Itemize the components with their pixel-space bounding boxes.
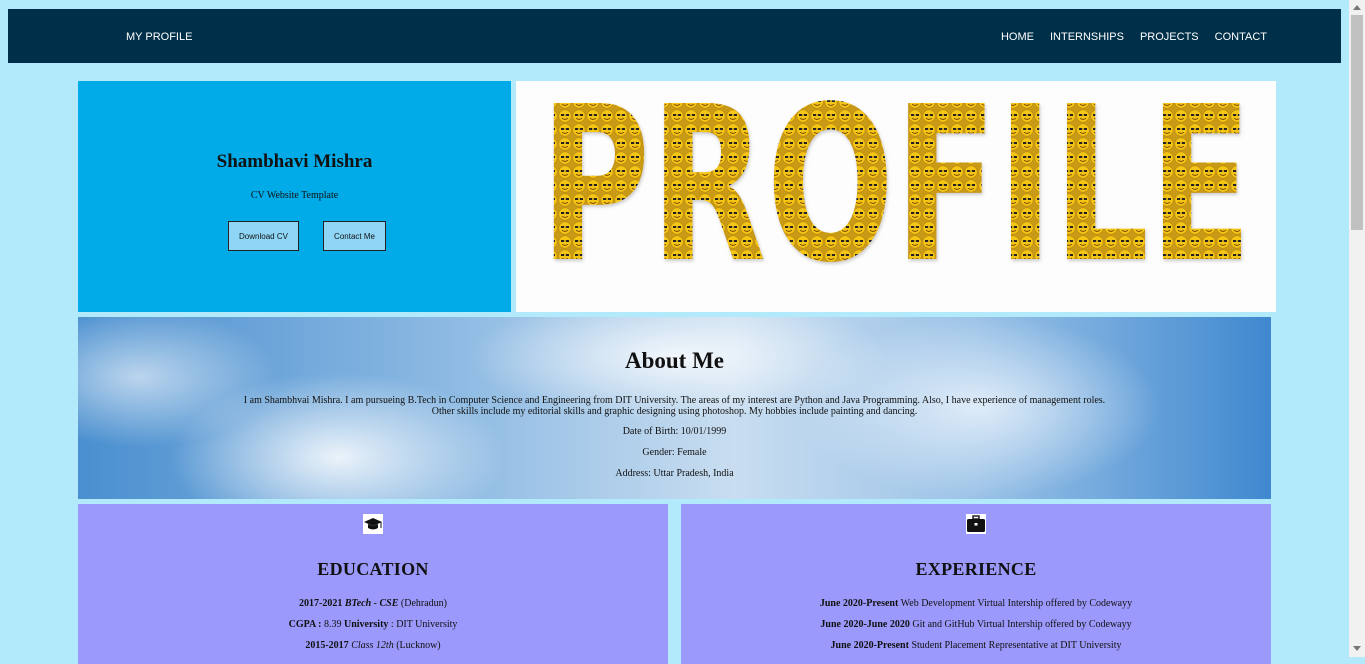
about-paragraph: I am Shambhvai Mishra. I am pursueing B.… — [228, 395, 1121, 417]
briefcase-icon — [966, 514, 986, 534]
profile-name: Shambhavi Mishra — [216, 151, 373, 172]
profile-banner-image: PROFILE — [516, 81, 1276, 312]
experience-row: June 2020-Present Student Placement Repr… — [830, 640, 1122, 651]
nav-link-contact[interactable]: CONTACT — [1215, 31, 1267, 43]
scroll-down-arrow-icon[interactable] — [1353, 646, 1361, 651]
education-card: EDUCATION 2017-2021 BTech - CSE (Dehradu… — [78, 504, 668, 664]
nav-link-projects[interactable]: PROJECTS — [1140, 31, 1199, 43]
profile-emoji-lettering: PROFILE — [540, 81, 1252, 310]
nav-link-internships[interactable]: INTERNSHIPS — [1050, 31, 1124, 43]
scrollbar-thumb[interactable] — [1351, 15, 1363, 230]
about-paragraph-line: Other skills include my editorial skills… — [431, 406, 918, 417]
education-title: EDUCATION — [317, 559, 429, 579]
gender: Gender: Female — [642, 447, 707, 458]
graduation-cap-icon — [363, 514, 383, 534]
top-navbar: MY PROFILE HOME INTERNSHIPS PROJECTS CON… — [8, 9, 1341, 63]
contact-me-button[interactable]: Contact Me — [323, 221, 386, 251]
nav-links: HOME INTERNSHIPS PROJECTS CONTACT — [1001, 31, 1267, 43]
education-row: 2015-2017 Class 12th (Lucknow) — [305, 640, 441, 651]
experience-row: June 2020-June 2020 Git and GitHub Virtu… — [820, 619, 1132, 630]
experience-row: June 2020-Present Web Development Virtua… — [819, 598, 1133, 609]
experience-card: EXPERIENCE June 2020-Present Web Develop… — [681, 504, 1271, 664]
banner-text: PROFILE — [540, 81, 1252, 310]
education-row: CGPA : 8.39 University : DIT University — [288, 619, 458, 630]
nav-link-home[interactable]: HOME — [1001, 31, 1034, 43]
experience-title: EXPERIENCE — [915, 559, 1037, 579]
hero-intro: Shambhavi Mishra CV Website Template Dow… — [78, 81, 511, 312]
about-title: About Me — [624, 348, 725, 373]
download-cv-button[interactable]: Download CV — [228, 221, 299, 251]
brand-link[interactable]: MY PROFILE — [126, 31, 192, 43]
address: Address: Uttar Pradesh, India — [615, 468, 734, 479]
date-of-birth: Date of Birth: 10/01/1999 — [622, 426, 727, 437]
about-paragraph-line: I am Shambhvai Mishra. I am pursueing B.… — [243, 395, 1106, 406]
profile-subtitle: CV Website Template — [250, 190, 339, 201]
scroll-up-arrow-icon[interactable] — [1353, 5, 1361, 10]
education-row: 2017-2021 BTech - CSE (Dehradun) — [299, 598, 447, 609]
about-section: About Me I am Shambhvai Mishra. I am pur… — [78, 317, 1271, 499]
page-scrollbar[interactable] — [1349, 0, 1365, 657]
